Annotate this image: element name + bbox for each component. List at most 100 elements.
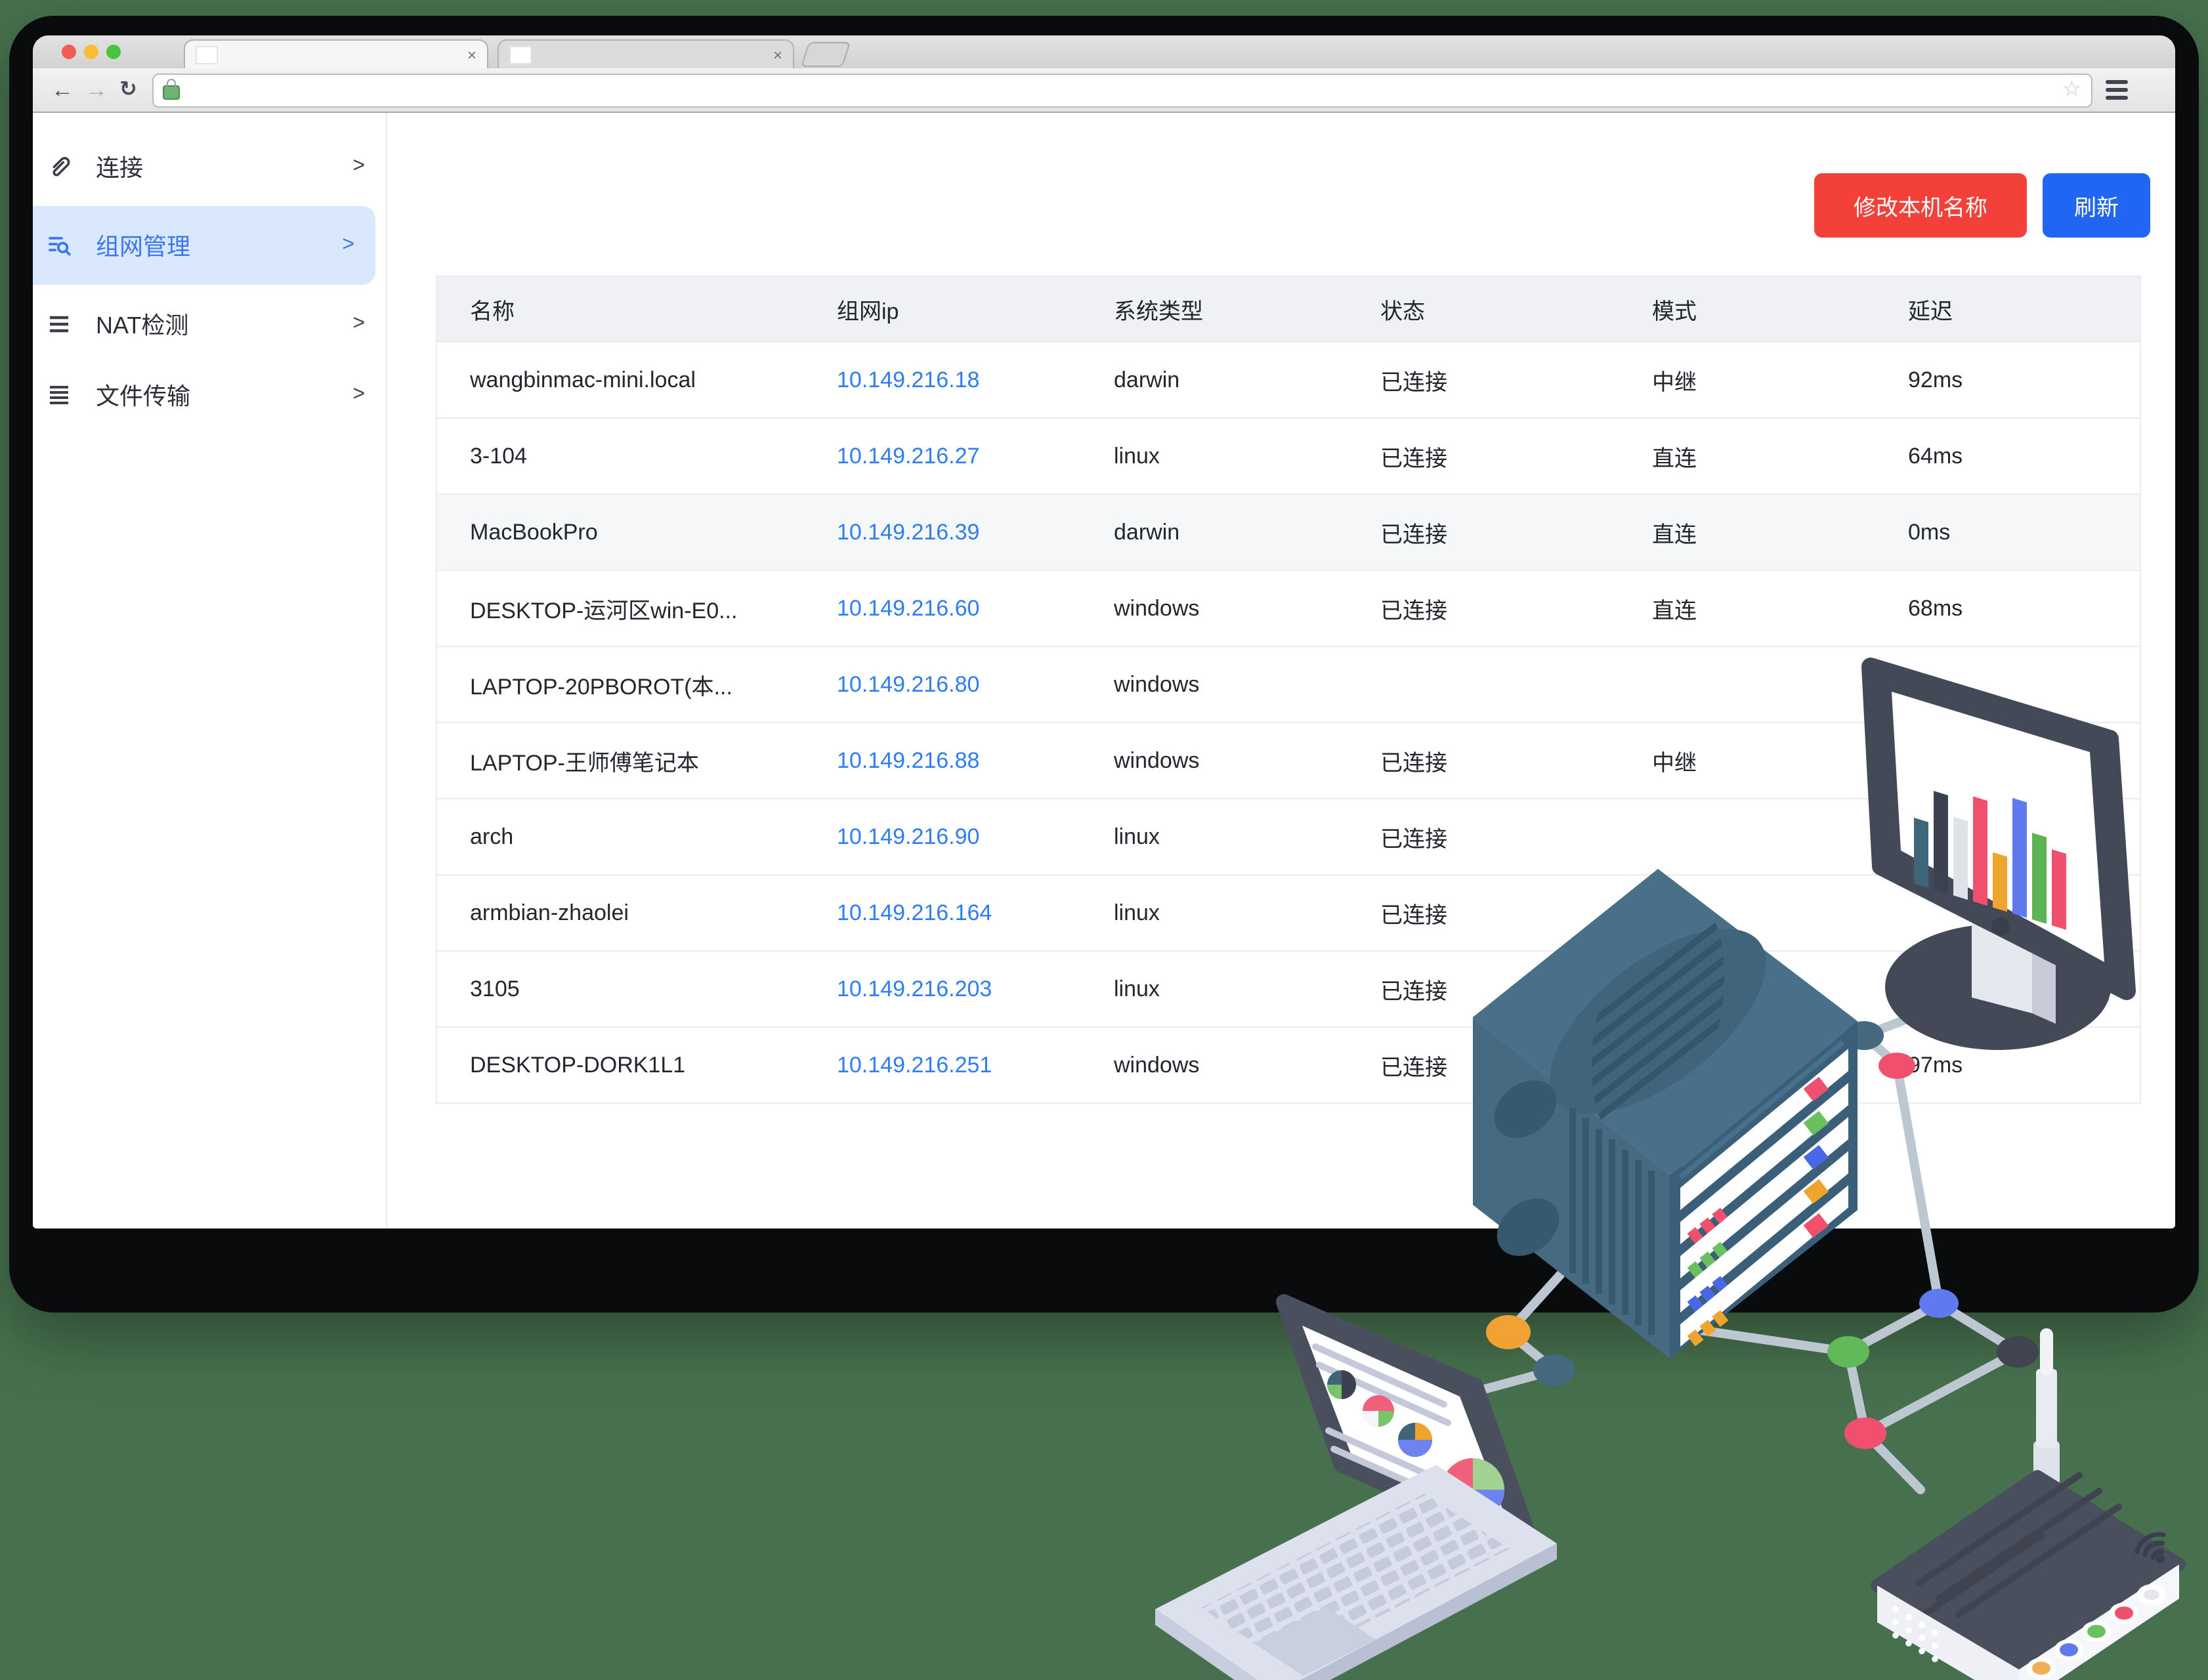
table-row: 310510.149.216.203linux已连接64 <box>436 951 2140 1027</box>
mode-cell: 直连 <box>1652 522 1697 547</box>
address-bar[interactable]: ☆ <box>153 73 2093 107</box>
table-row: MacBookPro10.149.216.39darwin已连接直连0ms <box>436 494 2140 570</box>
network-search-icon <box>46 232 72 259</box>
delay-cell: 64ms <box>1908 443 1963 468</box>
os-cell: darwin <box>1114 519 1179 544</box>
wifi-icon <box>2133 1530 2175 1570</box>
status-cell: 已连接 <box>1380 370 1447 395</box>
paperclip-icon <box>46 154 72 180</box>
main-panel: 修改本机名称 刷新 名称 组网ip 系统类型 状态 模式 延迟 <box>387 113 2175 1228</box>
ip-link[interactable]: 10.149.216.39 <box>837 519 979 544</box>
ip-link[interactable]: 10.149.216.203 <box>837 976 992 1001</box>
table-row: LAPTOP-20PBOROT(本... 10.149.216.80 windows <box>436 646 2140 723</box>
tab-active[interactable]: × <box>184 39 488 68</box>
device-name-cell: armbian-zhaolei <box>470 900 629 925</box>
table-row: LAPTOP-王师傅笔记本10.149.216.88windows已连接中继 <box>436 723 2140 799</box>
pie-charts <box>1327 1370 1504 1521</box>
node-teal <box>1533 1354 1575 1386</box>
traffic-lights <box>62 45 121 59</box>
os-cell: linux <box>1114 900 1160 925</box>
delay-cell: 68ms <box>1908 595 1963 620</box>
ip-link[interactable]: 10.149.216.18 <box>837 367 979 392</box>
mode-cell: 直连 <box>1652 598 1697 623</box>
os-cell: windows <box>1114 671 1199 696</box>
table-row: arch10.149.216.90linux已连接 <box>436 799 2140 875</box>
table-row: DESKTOP-DORK1L110.149.216.251windows已连接9… <box>436 1027 2140 1103</box>
ip-link[interactable]: 10.149.216.164 <box>837 900 992 925</box>
tab-close-icon[interactable]: × <box>773 47 782 62</box>
sidebar-item-file-transfer[interactable]: 文件传输 > <box>33 364 386 427</box>
wifi-router-icon <box>1877 1328 2179 1680</box>
status-cell: 已连接 <box>1380 827 1447 852</box>
col-header-name: 名称 <box>436 276 837 342</box>
forward-icon[interactable]: → <box>85 79 108 101</box>
table-row: wangbinmac-mini.local 10.149.216.18 darwin… <box>436 342 2140 418</box>
tab-inactive[interactable]: × <box>498 39 794 68</box>
device-name-cell: wangbinmac-mini.local <box>470 367 696 392</box>
col-header-ip: 组网ip <box>837 276 1114 342</box>
device-name-cell: arch <box>470 824 513 849</box>
status-cell: 已连接 <box>1380 903 1447 928</box>
browser-toolbar: ← → ↻ ☆ <box>33 68 2175 113</box>
os-cell: linux <box>1114 443 1160 468</box>
delay-cell: 64 <box>1908 976 1933 1001</box>
rename-host-button[interactable]: 修改本机名称 <box>1814 173 2027 238</box>
os-cell: linux <box>1114 976 1160 1001</box>
chevron-right-icon: > <box>342 234 354 257</box>
delay-cell: 92ms <box>1908 367 1963 392</box>
device-name-cell: DESKTOP-DORK1L1 <box>470 1052 685 1077</box>
sidebar-item-label: 连接 <box>96 150 143 184</box>
col-header-mode: 模式 <box>1652 276 1908 342</box>
bookmark-star-icon[interactable]: ☆ <box>2062 79 2081 100</box>
node-red <box>1844 1418 1886 1449</box>
https-lock-icon <box>163 85 180 100</box>
browser-window: × × ← → ↻ ☆ <box>9 16 2199 1312</box>
col-header-os: 系统类型 <box>1114 276 1380 342</box>
sidebar-item-connect[interactable]: 连接 > <box>33 135 386 198</box>
sidebar-item-label: NAT检测 <box>96 307 188 341</box>
tab-favicon <box>196 45 218 64</box>
ip-link[interactable]: 10.149.216.90 <box>837 824 979 849</box>
zoom-window-button[interactable] <box>106 45 121 59</box>
ip-link[interactable]: 10.149.216.88 <box>837 747 979 772</box>
device-name-cell: LAPTOP-20PBOROT(本... <box>470 675 732 700</box>
device-name-cell: LAPTOP-王师傅笔记本 <box>470 751 699 776</box>
ip-link[interactable]: 10.149.216.60 <box>837 595 979 620</box>
mode-cell: 中继 <box>1652 370 1697 395</box>
close-window-button[interactable] <box>62 45 76 59</box>
status-cell: 已连接 <box>1380 1055 1447 1080</box>
device-name-cell: DESKTOP-运河区win-E0... <box>470 598 737 623</box>
ip-link[interactable]: 10.149.216.27 <box>837 443 979 468</box>
screenshot-stage: × × ← → ↻ ☆ <box>0 0 2208 1680</box>
tab-strip: × × <box>33 35 2175 68</box>
node-green <box>1827 1336 1869 1368</box>
devices-table: 名称 组网ip 系统类型 状态 模式 延迟 wangbinmac-mini.lo… <box>436 276 2141 1104</box>
minimize-window-button[interactable] <box>84 45 98 59</box>
tab-close-icon[interactable]: × <box>467 47 477 62</box>
router-leds <box>2027 1584 2166 1679</box>
app-content: 连接 > 组网管理 > NAT检测 > 文件传 <box>33 113 2175 1228</box>
col-header-status: 状态 <box>1380 276 1652 342</box>
browser-menu-icon[interactable] <box>2106 80 2129 100</box>
back-icon[interactable]: ← <box>51 79 74 101</box>
new-tab-button[interactable] <box>801 42 851 67</box>
status-cell: 已连接 <box>1380 446 1447 471</box>
delay-cell: 97ms <box>1908 1052 1963 1077</box>
chevron-right-icon: > <box>352 383 365 407</box>
sidebar-item-label: 文件传输 <box>96 378 190 412</box>
laptop-pie-charts-icon <box>1155 1302 1557 1680</box>
router-vent-dots <box>1892 1606 1938 1662</box>
os-cell: windows <box>1114 747 1199 772</box>
ip-link[interactable]: 10.149.216.80 <box>837 671 979 696</box>
os-cell: darwin <box>1114 367 1179 392</box>
refresh-button[interactable]: 刷新 <box>2043 173 2150 238</box>
browser-window-inner: × × ← → ↻ ☆ <box>33 35 2175 1228</box>
sidebar-item-network-management[interactable]: 组网管理 > <box>33 206 375 285</box>
reload-icon[interactable]: ↻ <box>119 79 137 100</box>
ip-link[interactable]: 10.149.216.251 <box>837 1052 992 1077</box>
mode-cell: 直连 <box>1652 446 1697 471</box>
device-name-cell: 3105 <box>470 976 520 1001</box>
status-cell: 已连接 <box>1380 751 1447 776</box>
sidebar-item-nat-detect[interactable]: NAT检测 > <box>33 293 386 356</box>
table-header-row: 名称 组网ip 系统类型 状态 模式 延迟 <box>436 276 2140 342</box>
